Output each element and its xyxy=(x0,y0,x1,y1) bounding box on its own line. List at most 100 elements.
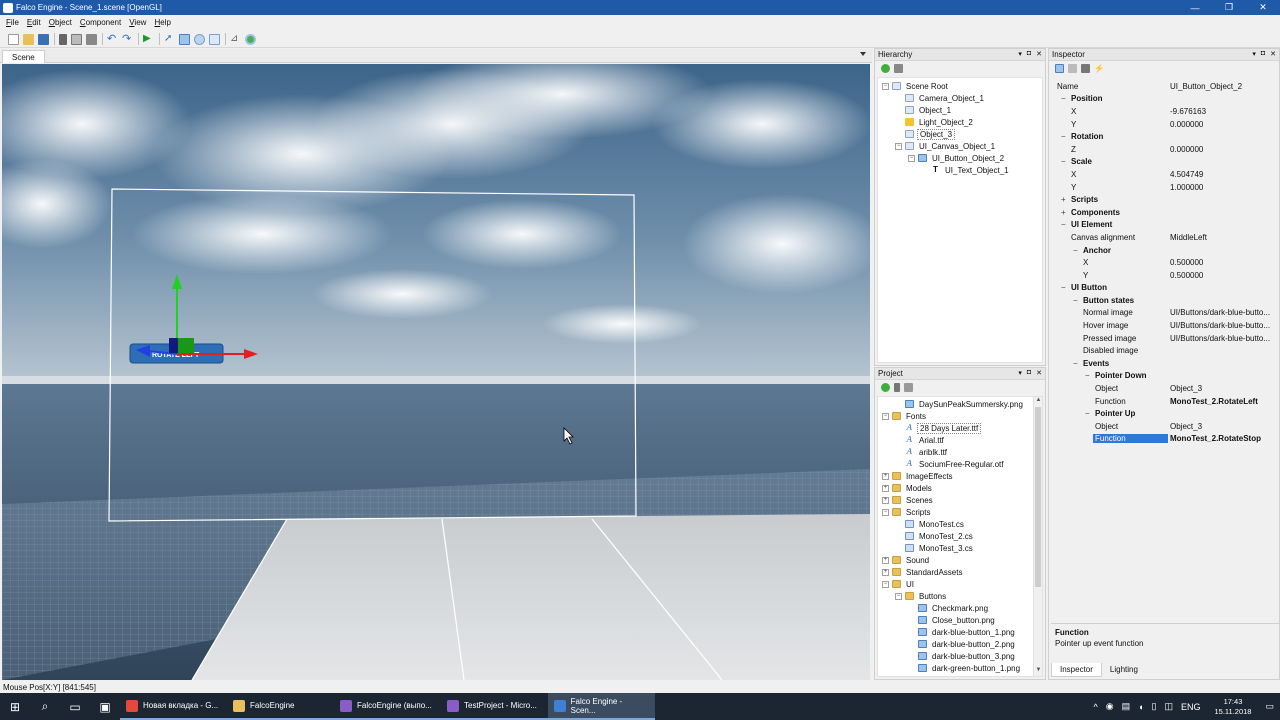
category-toggle-icon[interactable]: − xyxy=(1085,409,1090,418)
project-file[interactable]: dark-blue-button_1.png xyxy=(878,626,1042,638)
project-file[interactable]: A SociumFree-Regular.otf xyxy=(878,458,1042,470)
project-file[interactable]: dark-blue-button_3.png xyxy=(878,650,1042,662)
task-view-icon[interactable]: ▭ xyxy=(60,693,90,720)
hierarchy-item[interactable]: Object_3 xyxy=(878,128,1042,140)
notification-settings-icon[interactable]: ◫ xyxy=(1164,701,1173,712)
tray-expand-icon[interactable]: ^ xyxy=(1093,702,1097,712)
property-value[interactable]: UI/Buttons/dark-blue-butto... xyxy=(1170,308,1270,317)
properties-page-icon[interactable] xyxy=(1081,63,1090,73)
hierarchy-item[interactable]: Object_1 xyxy=(878,104,1042,116)
category-toggle-icon[interactable]: − xyxy=(1061,157,1066,166)
category-toggle-icon[interactable]: − xyxy=(1073,359,1078,368)
input-language[interactable]: ENG xyxy=(1181,702,1201,712)
panel-close-icon[interactable]: ✕ xyxy=(1036,50,1042,58)
project-file[interactable]: dark-green-button_2.png xyxy=(878,674,1042,677)
property-row[interactable]: Object Object_3 xyxy=(1053,420,1279,433)
open-folder-icon[interactable] xyxy=(23,33,34,45)
property-row[interactable]: Y 0.000000 xyxy=(1053,118,1279,131)
menu-file[interactable]: File xyxy=(6,18,19,27)
category-toggle-icon[interactable]: − xyxy=(1061,94,1066,103)
tree-expander-icon[interactable]: + xyxy=(882,568,889,576)
property-row[interactable]: Object Object_3 xyxy=(1053,382,1279,395)
tree-expander-icon[interactable]: + xyxy=(882,496,889,504)
panel-close-icon[interactable]: ✕ xyxy=(1270,50,1276,58)
restore-button[interactable]: ❐ xyxy=(1212,0,1246,15)
property-value[interactable]: UI/Buttons/dark-blue-butto... xyxy=(1170,334,1270,343)
project-file[interactable]: MonoTest_3.cs xyxy=(878,542,1042,554)
project-file[interactable]: Close_button.png xyxy=(878,614,1042,626)
category-toggle-icon[interactable]: + xyxy=(1061,208,1066,217)
project-file[interactable]: MonoTest.cs xyxy=(878,518,1042,530)
project-file[interactable]: dark-blue-button_2.png xyxy=(878,638,1042,650)
project-folder[interactable]: + Sound xyxy=(878,554,1042,566)
tree-expander-icon[interactable]: + xyxy=(882,556,889,564)
property-category[interactable]: − Events xyxy=(1053,357,1279,370)
panel-float-icon[interactable]: ◘ xyxy=(1261,50,1265,58)
copy-icon[interactable] xyxy=(71,33,82,45)
tree-expander-icon[interactable]: − xyxy=(895,142,902,150)
property-category[interactable]: − Pointer Up xyxy=(1053,407,1279,420)
volume-icon[interactable]: ◖ xyxy=(1138,702,1143,712)
panel-float-icon[interactable]: ◘ xyxy=(1027,369,1031,377)
project-folder[interactable]: + Scenes xyxy=(878,494,1042,506)
scroll-thumb[interactable] xyxy=(1035,407,1041,587)
tree-expander-icon[interactable]: + xyxy=(882,472,889,480)
project-file[interactable]: A 28 Days Later.ttf xyxy=(878,422,1042,434)
hierarchy-item[interactable]: Camera_Object_1 xyxy=(878,92,1042,104)
panel-close-icon[interactable]: ✕ xyxy=(1036,369,1042,377)
menu-view[interactable]: View xyxy=(129,18,146,27)
tab-lighting[interactable]: Lighting xyxy=(1102,663,1146,677)
property-value[interactable]: Object_3 xyxy=(1170,384,1202,393)
project-folder[interactable]: − Fonts xyxy=(878,410,1042,422)
scale-tool-icon[interactable] xyxy=(209,33,220,45)
taskbar-app-button[interactable]: FalcoEngine (выпо... xyxy=(334,693,441,720)
add-dropdown-icon[interactable] xyxy=(894,382,900,392)
property-row[interactable]: X 4.504749 xyxy=(1053,168,1279,181)
redo-icon[interactable]: ↷ xyxy=(122,33,133,45)
world-icon[interactable] xyxy=(245,33,256,45)
scene-viewport[interactable]: ROTATE LEFT xyxy=(2,64,870,680)
action-center-icon[interactable]: ▭ xyxy=(1265,701,1274,712)
property-value[interactable]: Object_3 xyxy=(1170,422,1202,431)
category-toggle-icon[interactable]: + xyxy=(1061,195,1066,204)
project-folder[interactable]: + Models xyxy=(878,482,1042,494)
tab-inspector[interactable]: Inspector xyxy=(1051,663,1102,677)
tray-app-icon[interactable]: ◉ xyxy=(1106,701,1114,712)
property-row[interactable]: Pressed image UI/Buttons/dark-blue-butto.… xyxy=(1053,332,1279,345)
property-row[interactable]: Canvas alignment MiddleLeft xyxy=(1053,231,1279,244)
property-value[interactable]: -9.676163 xyxy=(1170,107,1206,116)
cut-icon[interactable] xyxy=(59,33,67,45)
project-file[interactable]: DaySunPeakSummersky.png xyxy=(878,398,1042,410)
category-toggle-icon[interactable]: − xyxy=(1073,246,1078,255)
property-value[interactable]: 1.000000 xyxy=(1170,183,1203,192)
add-object-icon[interactable] xyxy=(881,63,890,73)
property-category[interactable]: + Components xyxy=(1053,206,1279,219)
property-value[interactable]: 0.500000 xyxy=(1170,258,1203,267)
category-toggle-icon[interactable]: − xyxy=(1073,296,1078,305)
close-button[interactable]: ✕ xyxy=(1246,0,1280,15)
menu-object[interactable]: Object xyxy=(49,18,72,27)
project-folder[interactable]: − Buttons xyxy=(878,590,1042,602)
property-row[interactable]: X -9.676163 xyxy=(1053,105,1279,118)
tree-expander-icon[interactable]: − xyxy=(895,592,902,600)
project-folder[interactable]: − Scripts xyxy=(878,506,1042,518)
hierarchy-item[interactable]: − UI_Button_Object_2 xyxy=(878,152,1042,164)
menu-component[interactable]: Component xyxy=(80,18,121,27)
property-grid[interactable]: Name UI_Button_Object_2− Position X -9.67616… xyxy=(1053,80,1279,445)
panel-menu-icon[interactable]: ▾ xyxy=(1252,50,1256,58)
move-tool-icon[interactable] xyxy=(179,33,190,45)
project-scrollbar[interactable]: ▲ ▼ xyxy=(1033,397,1042,676)
object-menu-icon[interactable] xyxy=(894,63,903,73)
property-category[interactable]: − Anchor xyxy=(1053,244,1279,257)
property-category[interactable]: − Scale xyxy=(1053,156,1279,169)
windows-start-icon[interactable]: ⊞ xyxy=(0,693,30,720)
property-row[interactable]: Function MonoTest_2.RotateLeft xyxy=(1053,395,1279,408)
minimize-button[interactable]: — xyxy=(1178,0,1212,15)
snap-icon[interactable]: ⊿ xyxy=(230,33,241,45)
category-toggle-icon[interactable]: − xyxy=(1061,220,1066,229)
property-row[interactable]: Disabled image xyxy=(1053,344,1279,357)
scroll-up-icon[interactable]: ▲ xyxy=(1034,397,1042,406)
tree-expander-icon[interactable]: − xyxy=(882,82,889,90)
tree-expander-icon[interactable]: − xyxy=(882,580,889,588)
property-row[interactable]: Z 0.000000 xyxy=(1053,143,1279,156)
